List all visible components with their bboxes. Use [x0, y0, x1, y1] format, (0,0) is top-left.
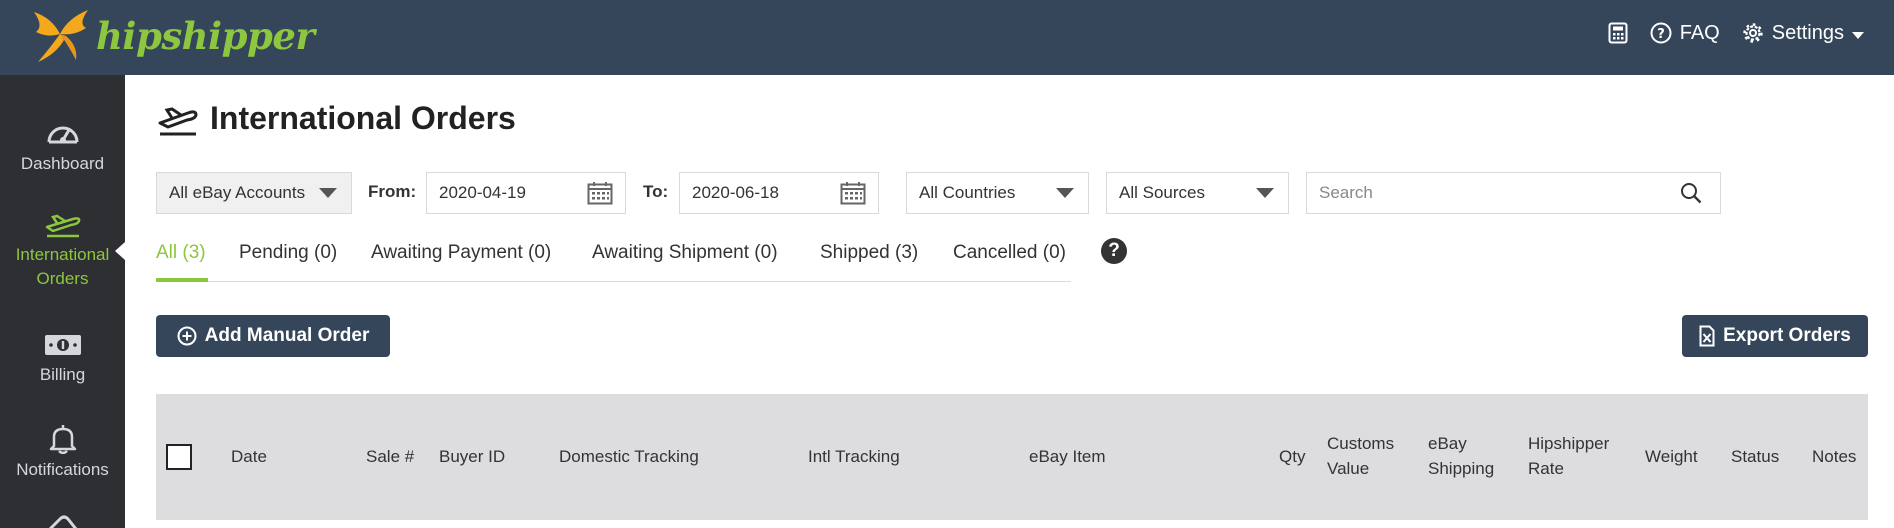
column-header-weight[interactable]: Weight	[1645, 444, 1698, 469]
orders-table-header: Date Sale # Buyer ID Domestic Tracking I…	[156, 394, 1868, 520]
money-icon	[44, 335, 81, 355]
plus-circle-icon	[177, 326, 197, 346]
from-label: From:	[368, 182, 417, 201]
to-date-field[interactable]: 2020-06-18	[679, 172, 879, 214]
svg-text:?: ?	[1657, 27, 1665, 42]
question-circle-icon: ?	[1650, 22, 1672, 44]
airplane-icon	[158, 106, 198, 135]
sidebar-item-international-orders[interactable]: International Orders	[0, 209, 125, 291]
column-header-hipshipper-rate[interactable]: Hipshipper Rate	[1528, 431, 1609, 481]
sidebar-item-billing[interactable]: Billing	[0, 331, 125, 387]
top-navbar: hipshipper ? FAQ Settings	[0, 0, 1894, 75]
caret-down-icon	[319, 188, 337, 198]
settings-label: Settings	[1771, 21, 1844, 44]
column-header-sale[interactable]: Sale #	[366, 444, 414, 469]
order-status-tabs: All (3) Pending (0) Awaiting Payment (0)…	[156, 238, 1071, 282]
sidebar-item-label: Billing	[39, 365, 86, 384]
account-select[interactable]: All eBay Accounts	[156, 172, 352, 214]
tab-shipped[interactable]: Shipped (3)	[820, 242, 918, 264]
faq-link[interactable]: ? FAQ	[1650, 22, 1720, 45]
sidebar: Dashboard International Orders Billing N…	[0, 75, 125, 528]
export-orders-button[interactable]: Export Orders	[1682, 315, 1868, 357]
column-header-intl-tracking[interactable]: Intl Tracking	[808, 444, 900, 469]
to-date-value: 2020-06-18	[692, 183, 779, 202]
logo-mark-icon	[34, 10, 88, 62]
settings-menu[interactable]: Settings	[1742, 22, 1864, 45]
gear-icon	[1743, 23, 1763, 43]
search-placeholder: Search	[1319, 183, 1373, 202]
column-header-buyer-id[interactable]: Buyer ID	[439, 444, 505, 469]
caret-down-icon	[1852, 31, 1864, 39]
caret-down-icon	[1256, 188, 1274, 198]
gauge-icon	[47, 126, 78, 144]
excel-file-icon	[1699, 325, 1715, 347]
column-header-domestic-tracking[interactable]: Domestic Tracking	[559, 444, 699, 469]
page-header: International Orders	[156, 100, 516, 137]
select-all-checkbox[interactable]	[166, 444, 192, 470]
column-header-ebay-item[interactable]: eBay Item	[1029, 444, 1106, 469]
bell-icon	[49, 425, 76, 454]
active-tab-underline	[156, 278, 208, 282]
airplane-icon	[45, 214, 80, 238]
add-manual-order-button[interactable]: Add Manual Order	[156, 315, 390, 357]
column-header-status[interactable]: Status	[1731, 444, 1779, 469]
rate-line-2: Rate	[1528, 459, 1564, 478]
page-title: International Orders	[210, 100, 516, 136]
export-orders-label: Export Orders	[1723, 325, 1851, 346]
column-header-customs-value[interactable]: Customs Value	[1327, 431, 1394, 481]
column-header-ebay-shipping[interactable]: eBay Shipping	[1428, 431, 1494, 481]
countries-select-value: All Countries	[919, 183, 1016, 202]
caret-down-icon	[1056, 188, 1074, 198]
logo-wordmark: hipshipper	[96, 14, 315, 58]
calendar-icon[interactable]	[840, 181, 866, 205]
search-input[interactable]: Search	[1306, 172, 1721, 214]
hipshipper-logo[interactable]: hipshipper	[30, 6, 315, 66]
sources-select[interactable]: All Sources	[1106, 172, 1289, 214]
help-icon[interactable]: ?	[1101, 238, 1127, 264]
from-date-value: 2020-04-19	[439, 183, 526, 202]
sidebar-item-notifications[interactable]: Notifications	[0, 422, 125, 482]
countries-select[interactable]: All Countries	[906, 172, 1089, 214]
sidebar-item-label: Notifications	[16, 460, 109, 479]
calculator-button[interactable]	[1608, 22, 1628, 44]
sidebar-item-label: Dashboard	[20, 154, 105, 173]
active-indicator	[115, 242, 125, 260]
customs-line-1: Customs	[1327, 434, 1395, 453]
from-date-field[interactable]: 2020-04-19	[426, 172, 626, 214]
faq-label: FAQ	[1679, 21, 1720, 44]
sidebar-item-dashboard[interactable]: Dashboard	[0, 118, 125, 176]
shipping-line-1: eBay	[1428, 434, 1467, 453]
search-icon[interactable]	[1680, 182, 1702, 204]
column-header-notes[interactable]: Notes	[1812, 444, 1856, 469]
add-manual-order-label: Add Manual Order	[204, 325, 370, 346]
account-select-value: All eBay Accounts	[169, 183, 306, 202]
sidebar-item-label: International	[15, 245, 110, 264]
column-header-date[interactable]: Date	[231, 444, 267, 469]
tab-awaiting-payment[interactable]: Awaiting Payment (0)	[371, 242, 551, 264]
calendar-icon[interactable]	[587, 181, 613, 205]
rate-line-1: Hipshipper	[1528, 434, 1610, 453]
tab-all[interactable]: All (3)	[156, 242, 206, 264]
to-label: To:	[643, 182, 669, 201]
customs-line-2: Value	[1327, 459, 1370, 478]
tab-pending[interactable]: Pending (0)	[239, 242, 337, 264]
column-header-qty[interactable]: Qty	[1279, 444, 1305, 469]
calculator-icon	[1608, 22, 1628, 44]
tab-cancelled[interactable]: Cancelled (0)	[953, 242, 1066, 264]
sources-select-value: All Sources	[1119, 183, 1205, 202]
sidebar-more-icon[interactable]	[46, 515, 80, 528]
tab-awaiting-shipment[interactable]: Awaiting Shipment (0)	[592, 242, 778, 264]
shipping-line-2: Shipping	[1428, 459, 1495, 478]
sidebar-item-label-line2: Orders	[36, 269, 89, 288]
